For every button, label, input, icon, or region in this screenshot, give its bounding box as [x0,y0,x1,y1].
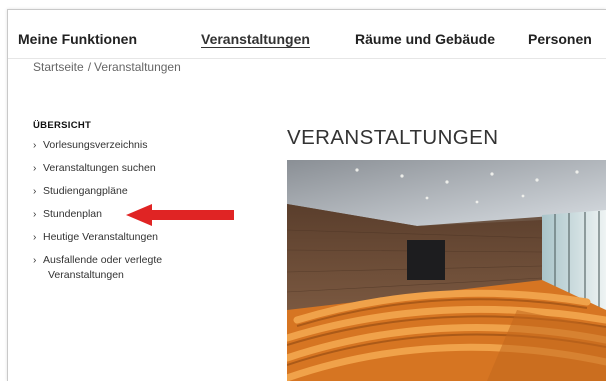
top-navigation: Meine Funktionen Veranstaltungen Räume u… [8,10,606,59]
nav-raeume-und-gebaeude[interactable]: Räume und Gebäude [355,31,495,47]
chevron-right-icon: › [33,232,37,243]
sidebar-item-label: Veranstaltungen suchen [43,162,156,174]
chevron-right-icon: › [33,163,37,174]
sidebar-item-vorlesungsverzeichnis[interactable]: › Vorlesungsverzeichnis [33,134,213,157]
sidebar-item-heutige-veranstaltungen[interactable]: › Heutige Veranstaltungen [33,226,213,249]
chevron-right-icon: › [33,255,37,266]
nav-personen[interactable]: Personen [528,31,592,47]
sidebar-item-studiengangplaene[interactable]: › Studiengangpläne [33,180,213,203]
breadcrumb-current: Veranstaltungen [94,60,181,74]
sidebar-item-label: Ausfallende oder verlegte [43,254,163,266]
app-window: Meine Funktionen Veranstaltungen Räume u… [7,9,606,381]
breadcrumb-home-link[interactable]: Startseite [33,60,84,74]
sidebar-item-ausfallende-veranstaltungen[interactable]: › Ausfallende oder verlegte [33,249,213,272]
red-arrow-left-icon [126,204,234,226]
sidebar-item-label: Stundenplan [43,208,102,220]
chevron-right-icon: › [33,186,37,197]
sidebar-title: ÜBERSICHT [33,120,92,131]
hero-image-lecture-hall [287,160,606,381]
chevron-right-icon: › [33,140,37,151]
breadcrumb-separator: / [87,60,92,74]
sidebar-item-label: Heutige Veranstaltungen [43,231,159,243]
breadcrumb: Startseite / Veranstaltungen [33,60,181,74]
sidebar-item-label: Vorlesungsverzeichnis [43,139,148,151]
sidebar-item-veranstaltungen-suchen[interactable]: › Veranstaltungen suchen [33,157,213,180]
sidebar: ÜBERSICHT › Vorlesungsverzeichnis › Vera… [33,120,213,282]
nav-meine-funktionen[interactable]: Meine Funktionen [18,31,137,47]
page-title: VERANSTALTUNGEN [287,126,499,149]
chevron-right-icon: › [33,209,37,220]
sidebar-item-label: Studiengangpläne [43,185,128,197]
nav-veranstaltungen[interactable]: Veranstaltungen [201,31,310,47]
